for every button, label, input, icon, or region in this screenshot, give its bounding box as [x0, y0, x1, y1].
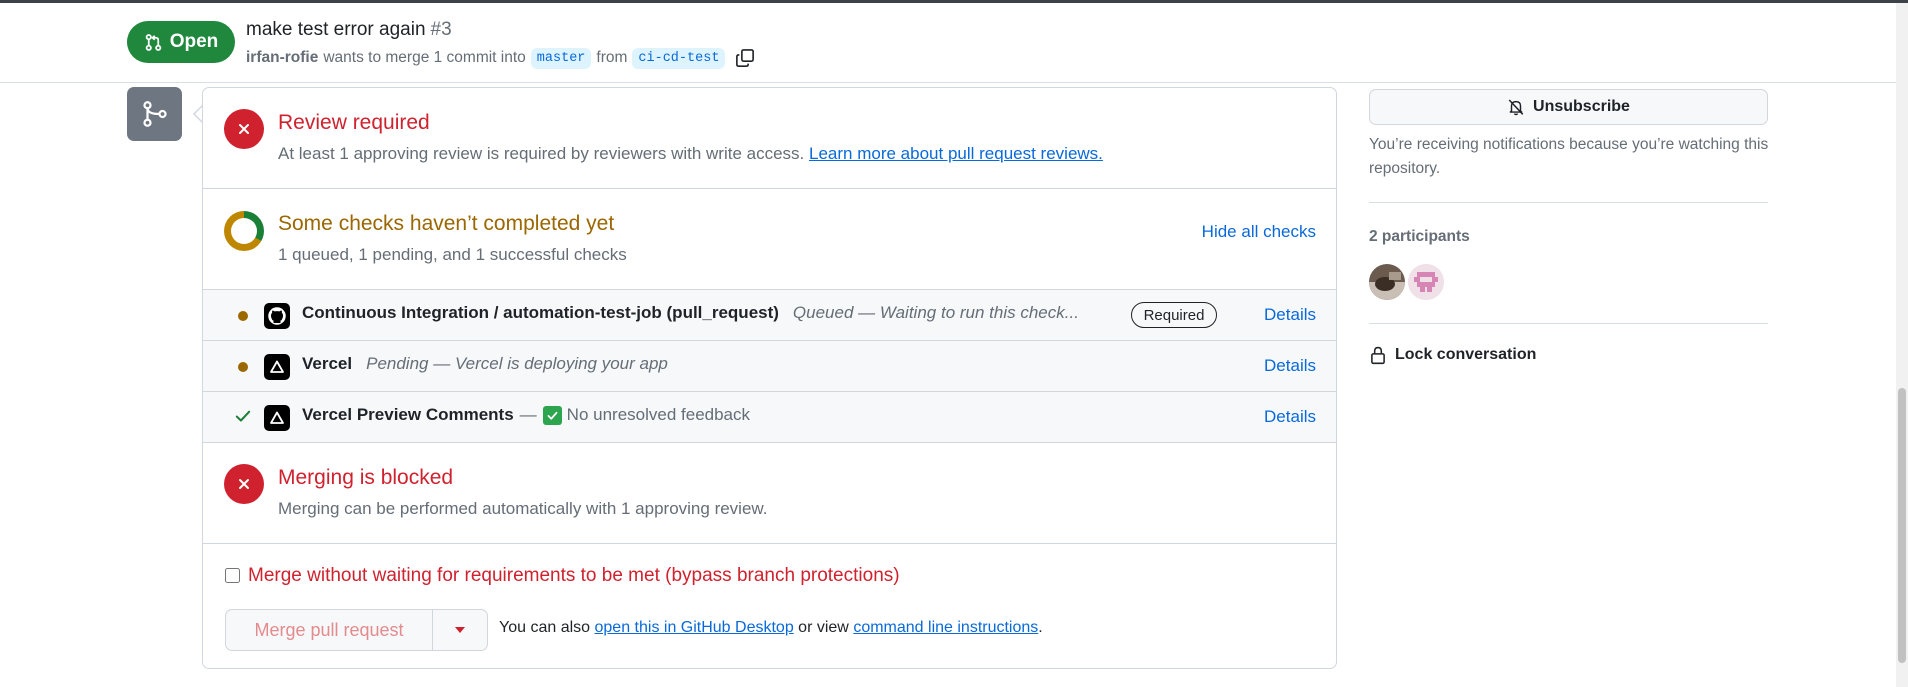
- review-status-circle: [224, 109, 264, 149]
- required-badge: Required: [1131, 302, 1217, 328]
- vercel-triangle-icon: [270, 411, 284, 424]
- blocked-status-circle: [224, 464, 264, 504]
- check-ci-label: Continuous Integration / automation-test…: [302, 303, 1079, 323]
- review-required-text: At least 1 approving review is required …: [278, 144, 805, 163]
- sidebar-divider: [1369, 323, 1768, 324]
- review-required-title: Review required: [278, 111, 430, 134]
- checks-summary-title: Some checks haven’t completed yet: [278, 212, 615, 235]
- learn-more-reviews-link[interactable]: Learn more about pull request reviews.: [809, 144, 1103, 163]
- lock-icon: [1371, 346, 1385, 365]
- pr-meta: irfan-rofie wants to merge 1 commit into…: [246, 46, 757, 70]
- check-vercel-details-link[interactable]: Details: [1264, 356, 1316, 376]
- head-branch-label[interactable]: ci-cd-test: [632, 47, 726, 69]
- merge-button-group: Merge pull request: [225, 609, 488, 651]
- check-ci-name: Continuous Integration / automation-test…: [302, 303, 779, 322]
- check-preview-separator: —: [519, 405, 537, 424]
- also-prefix: You can also: [499, 619, 591, 636]
- vercel-app-icon: [264, 405, 290, 431]
- github-actions-app-icon: [264, 303, 290, 329]
- scrollbar-thumb[interactable]: [1898, 388, 1906, 663]
- or-view-text: or view: [798, 619, 849, 636]
- checks-progress-donut-icon: [224, 211, 264, 251]
- success-check-icon: [235, 410, 251, 422]
- checks-summary-subtitle: 1 queued, 1 pending, and 1 successful ch…: [278, 245, 627, 264]
- vercel-triangle-icon: [270, 360, 284, 373]
- lock-conversation-label: Lock conversation: [1395, 346, 1537, 363]
- merging-blocked-subtitle: Merging can be performed automatically w…: [278, 499, 768, 518]
- copy-branch-button[interactable]: [733, 46, 757, 70]
- bell-slash-icon: [1508, 99, 1524, 116]
- bypass-protections-checkbox[interactable]: [225, 567, 240, 583]
- merge-box: Review required At least 1 approving rev…: [202, 87, 1337, 669]
- pr-title-text: make test error again: [246, 19, 426, 40]
- github-desktop-link[interactable]: open this in GitHub Desktop: [595, 619, 794, 636]
- notification-reason-text: You’re receiving notifications because y…: [1369, 136, 1769, 177]
- unsubscribe-button[interactable]: Unsubscribe: [1369, 89, 1768, 125]
- vercel-app-icon: [264, 354, 290, 380]
- check-preview-label: Vercel Preview Comments — No unresolved …: [302, 405, 750, 425]
- check-row-ci: Continuous Integration / automation-test…: [203, 290, 1336, 341]
- check-ci-details-link[interactable]: Details: [1264, 305, 1316, 325]
- check-vercel-description: Pending — Vercel is deploying your app: [366, 354, 668, 373]
- pr-number: #3: [430, 19, 452, 40]
- sidebar-divider: [1369, 202, 1768, 203]
- triangle-down-icon: [455, 627, 465, 633]
- pr-sticky-header: Open make test error again #3 irfan-rofie…: [0, 3, 1896, 83]
- participants-heading: 2 participants: [1369, 228, 1470, 245]
- review-required-subtitle: At least 1 approving review is required …: [278, 144, 1103, 164]
- base-branch-label[interactable]: master: [530, 47, 592, 69]
- alternative-merge-text: You can also open this in GitHub Desktop…: [499, 619, 1043, 637]
- merge-status-icon-box: [127, 87, 182, 141]
- from-text: from: [596, 49, 628, 66]
- check-preview-name: Vercel Preview Comments: [302, 405, 514, 424]
- merge-pull-request-button[interactable]: Merge pull request: [225, 609, 433, 651]
- unsubscribe-label: Unsubscribe: [1533, 98, 1630, 115]
- command-line-instructions-link[interactable]: command line instructions: [853, 619, 1038, 636]
- green-checkbox-icon: [542, 405, 562, 425]
- merging-blocked-title: Merging is blocked: [278, 466, 454, 489]
- check-ci-description: Queued — Waiting to run this check...: [792, 303, 1079, 322]
- hide-all-checks-button[interactable]: Hide all checks: [1202, 222, 1316, 242]
- pr-state-label: Open: [169, 31, 219, 52]
- merging-blocked-section: Merging is blocked Merging can be perfor…: [203, 443, 1336, 544]
- pr-state-badge: Open: [127, 21, 235, 63]
- pending-status-dot-icon: [238, 362, 248, 372]
- copy-icon: [736, 49, 755, 67]
- check-preview-details-link[interactable]: Details: [1264, 407, 1316, 427]
- bypass-protections-option[interactable]: Merge without waiting for requirements t…: [225, 565, 900, 587]
- x-icon: [239, 124, 249, 134]
- x-icon: [239, 479, 249, 489]
- git-merge-icon: [142, 101, 167, 127]
- review-required-section: Review required At least 1 approving rev…: [203, 88, 1336, 189]
- github-octocat-icon: [268, 307, 286, 325]
- git-pull-request-icon: [145, 33, 161, 51]
- pr-title: make test error again #3: [246, 19, 452, 41]
- check-preview-description: No unresolved feedback: [566, 405, 751, 424]
- sentence-period: .: [1038, 619, 1043, 636]
- participant-avatar[interactable]: [1408, 264, 1444, 300]
- pr-author-link[interactable]: irfan-rofie: [246, 49, 318, 67]
- merge-description: wants to merge 1 commit into: [323, 49, 526, 66]
- participant-avatar[interactable]: [1369, 264, 1405, 300]
- merge-method-dropdown-button[interactable]: [433, 609, 488, 651]
- check-vercel-label: Vercel Pending — Vercel is deploying you…: [302, 354, 668, 374]
- check-row-vercel: Vercel Pending — Vercel is deploying you…: [203, 341, 1336, 392]
- bypass-protections-label: Merge without waiting for requirements t…: [248, 565, 900, 586]
- queued-status-dot-icon: [238, 311, 248, 321]
- check-row-vercel-preview: Vercel Preview Comments — No unresolved …: [203, 392, 1336, 443]
- merge-actions-section: Merge without waiting for requirements t…: [203, 544, 1336, 668]
- checks-summary-section: Some checks haven’t completed yet 1 queu…: [203, 189, 1336, 290]
- check-vercel-name: Vercel: [302, 354, 353, 373]
- lock-conversation-button[interactable]: Lock conversation: [1369, 345, 1536, 365]
- check-preview-description-group: No unresolved feedback: [542, 405, 751, 425]
